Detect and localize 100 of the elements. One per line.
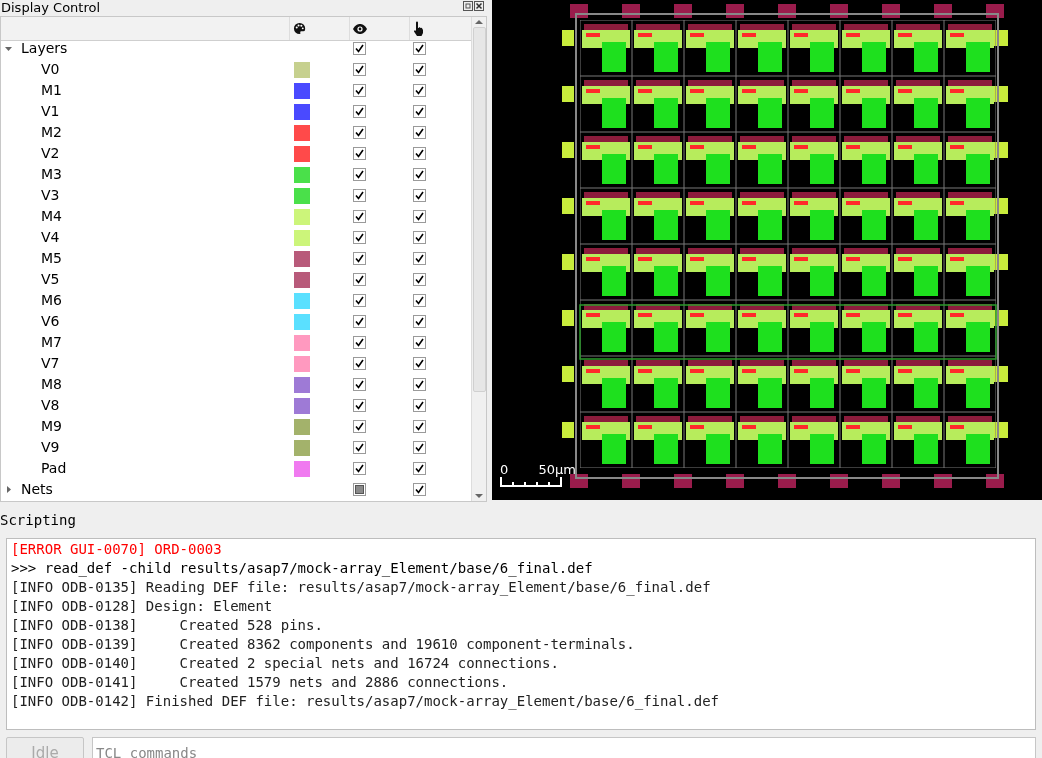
palette-icon[interactable] (293, 22, 306, 35)
selectable-checkbox[interactable] (413, 231, 426, 244)
visible-checkbox[interactable] (353, 63, 366, 76)
scrollbar[interactable] (471, 17, 486, 501)
color-swatch[interactable] (294, 439, 310, 456)
selectable-checkbox[interactable] (413, 84, 426, 97)
color-swatch[interactable] (294, 145, 310, 162)
color-swatch[interactable] (294, 103, 310, 120)
visible-checkbox[interactable] (353, 441, 366, 454)
color-swatch[interactable] (294, 166, 310, 183)
visible-checkbox[interactable] (353, 84, 366, 97)
console-line: >>> read_def -child results/asap7/mock-array_Element/base/6_final.def (11, 559, 594, 578)
selectable-checkbox[interactable] (413, 294, 426, 307)
tree-item[interactable]: V1 (41, 101, 60, 122)
tree-item[interactable]: M3 (41, 164, 62, 185)
color-swatch[interactable] (294, 229, 310, 246)
color-swatch[interactable] (294, 61, 310, 78)
color-swatch[interactable] (294, 313, 310, 330)
color-swatch[interactable] (294, 124, 310, 141)
expand-arrow-icon[interactable] (5, 45, 13, 52)
tree-item[interactable]: V6 (41, 311, 60, 332)
tree-item[interactable]: V5 (41, 269, 60, 290)
color-swatch[interactable] (294, 82, 310, 99)
selectable-checkbox[interactable] (413, 483, 426, 496)
selectable-checkbox[interactable] (413, 399, 426, 412)
tree-item[interactable]: M2 (41, 122, 62, 143)
color-swatch[interactable] (294, 271, 310, 288)
tree-item[interactable]: V9 (41, 437, 60, 458)
panel-title: Scripting (0, 511, 77, 529)
visible-checkbox[interactable] (353, 147, 366, 160)
color-swatch[interactable] (294, 208, 310, 225)
tree-item[interactable]: M5 (41, 248, 62, 269)
selectable-checkbox[interactable] (413, 42, 426, 55)
visible-checkbox[interactable] (353, 462, 366, 475)
tree-item[interactable]: V3 (41, 185, 60, 206)
tree-item[interactable]: V7 (41, 353, 60, 374)
visible-checkbox[interactable] (353, 210, 366, 223)
selectable-checkbox[interactable] (413, 210, 426, 223)
tree-item[interactable]: M6 (41, 290, 62, 311)
color-swatch[interactable] (294, 418, 310, 435)
color-swatch[interactable] (294, 250, 310, 267)
visible-checkbox[interactable] (353, 231, 366, 244)
selectable-checkbox[interactable] (413, 189, 426, 202)
selectable-checkbox[interactable] (413, 462, 426, 475)
tree-item[interactable]: M9 (41, 416, 62, 437)
color-swatch[interactable] (294, 397, 310, 414)
visible-checkbox[interactable] (353, 483, 366, 496)
selectable-checkbox[interactable] (413, 63, 426, 76)
float-icon[interactable] (463, 1, 473, 11)
visible-checkbox[interactable] (353, 399, 366, 412)
tree-item[interactable]: Pad (41, 458, 67, 479)
visible-checkbox[interactable] (353, 273, 366, 286)
color-swatch[interactable] (294, 334, 310, 351)
close-icon[interactable] (474, 1, 484, 11)
visible-checkbox[interactable] (353, 315, 366, 328)
tree-item[interactable]: Layers (21, 38, 68, 59)
visible-checkbox[interactable] (353, 189, 366, 202)
visible-checkbox[interactable] (353, 420, 366, 433)
selectable-checkbox[interactable] (413, 315, 426, 328)
tree-item[interactable]: V4 (41, 227, 60, 248)
visible-checkbox[interactable] (353, 126, 366, 139)
visible-checkbox[interactable] (353, 336, 366, 349)
selectable-checkbox[interactable] (413, 336, 426, 349)
selectable-checkbox[interactable] (413, 273, 426, 286)
selectable-checkbox[interactable] (413, 105, 426, 118)
color-swatch[interactable] (294, 187, 310, 204)
tree-item[interactable]: V8 (41, 395, 60, 416)
color-swatch[interactable] (294, 460, 310, 477)
tree-item[interactable]: M4 (41, 206, 62, 227)
tree-item[interactable]: M8 (41, 374, 62, 395)
eye-icon[interactable] (353, 23, 367, 34)
color-swatch[interactable] (294, 355, 310, 372)
tree-item[interactable]: V2 (41, 143, 60, 164)
visible-checkbox[interactable] (353, 357, 366, 370)
command-field[interactable]: TCL commands (92, 737, 1036, 758)
console-line: [INFO ODB-0141] Created 1579 nets and 2886 connections. (11, 673, 510, 692)
selectable-checkbox[interactable] (413, 126, 426, 139)
visible-checkbox[interactable] (353, 105, 366, 118)
selectable-checkbox[interactable] (413, 441, 426, 454)
expand-arrow-icon[interactable] (5, 485, 13, 494)
visible-checkbox[interactable] (353, 252, 366, 265)
tree-item[interactable]: M1 (41, 80, 62, 101)
selectable-checkbox[interactable] (413, 252, 426, 265)
pointer-hand-icon[interactable] (413, 21, 424, 36)
selectable-checkbox[interactable] (413, 168, 426, 181)
console-line: [INFO ODB-0128] Design: Element (11, 597, 274, 616)
tree-item[interactable]: V0 (41, 59, 60, 80)
visible-checkbox[interactable] (353, 42, 366, 55)
selectable-checkbox[interactable] (413, 420, 426, 433)
tree-item[interactable]: M7 (41, 332, 62, 353)
tree-item[interactable]: Nets (21, 479, 53, 500)
selectable-checkbox[interactable] (413, 147, 426, 160)
color-swatch[interactable] (294, 376, 310, 393)
visible-checkbox[interactable] (353, 378, 366, 391)
selectable-checkbox[interactable] (413, 357, 426, 370)
visible-checkbox[interactable] (353, 294, 366, 307)
visible-checkbox[interactable] (353, 168, 366, 181)
selectable-checkbox[interactable] (413, 378, 426, 391)
color-swatch[interactable] (294, 292, 310, 309)
scroll-thumb[interactable] (472, 26, 486, 392)
